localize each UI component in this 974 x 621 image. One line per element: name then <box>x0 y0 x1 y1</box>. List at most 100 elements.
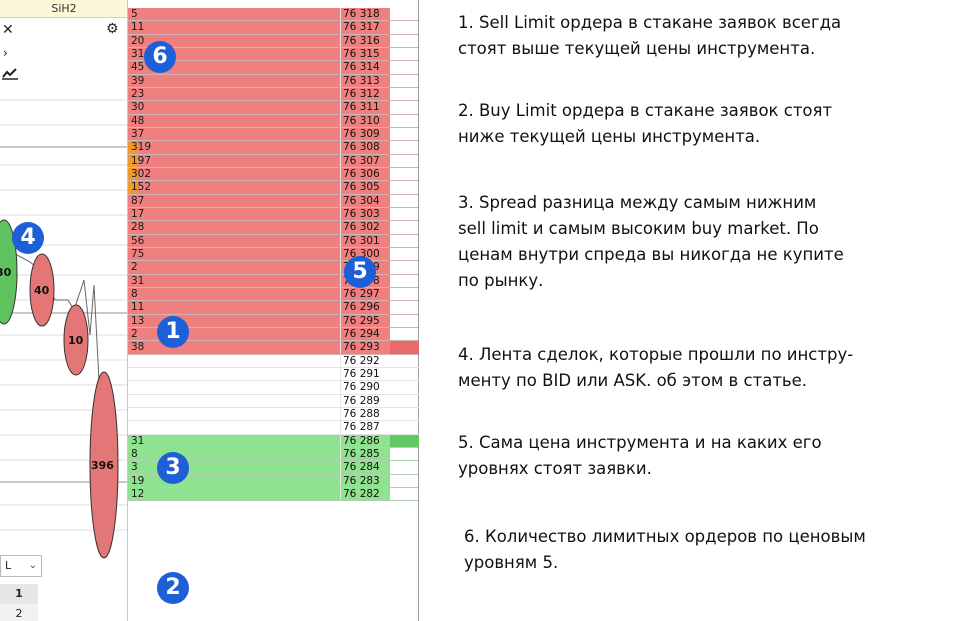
volume-cell[interactable]: 31 <box>128 274 340 287</box>
tape-mode-select[interactable]: L ⌄ <box>0 555 42 577</box>
volume-cell[interactable] <box>128 354 340 367</box>
price-cell[interactable]: 76 304 <box>340 194 390 207</box>
order-book-row[interactable]: 76 290 <box>128 381 419 395</box>
volume-cell[interactable]: 11 <box>128 21 340 34</box>
order-book-row[interactable]: 76 291 <box>128 367 419 382</box>
price-cell[interactable]: 76 295 <box>340 314 390 327</box>
volume-cell[interactable]: 28 <box>128 221 340 234</box>
price-cell[interactable]: 76 297 <box>340 287 390 301</box>
price-cell[interactable]: 76 282 <box>340 487 390 501</box>
volume-cell[interactable]: 319 <box>128 141 340 154</box>
price-cell[interactable]: 76 306 <box>340 167 390 181</box>
note-1: 1. Sell Limit ордера в стакане заявок вс… <box>458 13 842 58</box>
volume-cell[interactable]: 75 <box>128 247 340 261</box>
price-cell[interactable]: 76 305 <box>340 181 390 194</box>
price-cell[interactable]: 76 316 <box>340 34 390 47</box>
price-cell[interactable]: 76 302 <box>340 221 390 234</box>
volume-cell[interactable] <box>128 381 340 394</box>
best-level-marker <box>390 235 419 247</box>
volume-cell[interactable] <box>128 421 340 434</box>
order-book-row[interactable]: 28 76 302 <box>128 221 419 235</box>
order-book-row[interactable]: 76 289 <box>128 394 419 408</box>
order-book-row[interactable]: 302 76 306 <box>128 167 419 182</box>
price-cell[interactable]: 76 311 <box>340 101 390 114</box>
price-cell[interactable]: 76 292 <box>340 354 390 367</box>
order-book-row[interactable]: 3176 298 <box>128 274 419 288</box>
volume-cell[interactable]: 48 <box>128 114 340 127</box>
price-cell[interactable]: 76 313 <box>340 74 390 87</box>
price-cell[interactable]: 76 312 <box>340 87 390 101</box>
volume-cell[interactable]: 152 <box>128 181 340 194</box>
order-book-row[interactable]: 76 287 <box>128 421 419 435</box>
order-book-row[interactable]: 197 76 307 <box>128 154 419 168</box>
volume-cell[interactable]: 30 <box>128 101 340 114</box>
order-book-row[interactable]: 8 76 297 <box>128 287 419 302</box>
price-cell[interactable]: 76 301 <box>340 234 390 247</box>
order-book-row[interactable]: 11 76 296 <box>128 301 419 315</box>
price-cell[interactable]: 76 290 <box>340 381 390 394</box>
price-cell[interactable]: 76 288 <box>340 407 390 421</box>
price-cell[interactable]: 76 285 <box>340 447 390 461</box>
price-cell[interactable]: 76 296 <box>340 301 390 314</box>
volume-cell[interactable]: 23 <box>128 87 340 101</box>
order-book-row[interactable]: 319 76 308 <box>128 141 419 155</box>
trade-bubble-sell[interactable]: 10 <box>63 304 89 376</box>
order-book-row[interactable]: 56 76 301 <box>128 234 419 248</box>
volume-cell[interactable]: 17 <box>128 207 340 221</box>
volume-cell[interactable]: 87 <box>128 194 340 207</box>
order-book-row[interactable]: 31 76 286 <box>128 434 419 448</box>
volume-cell[interactable]: 56 <box>128 234 340 247</box>
order-book-row[interactable]: 5 76 318 <box>128 8 419 22</box>
volume-cell[interactable] <box>128 367 340 381</box>
order-book-row[interactable]: 39 76 313 <box>128 74 419 88</box>
price-cell[interactable]: 76 283 <box>340 474 390 487</box>
tape-page-2[interactable]: 2 <box>0 604 38 621</box>
trade-bubble-sell[interactable]: 396 <box>89 371 119 559</box>
price-cell[interactable]: 76 307 <box>340 154 390 167</box>
price-cell[interactable]: 76 317 <box>340 21 390 34</box>
order-book-row[interactable]: 75 76 300 <box>128 247 419 262</box>
price-cell[interactable]: 76 309 <box>340 127 390 141</box>
order-book-row[interactable]: 12 76 282 <box>128 487 419 502</box>
price-cell[interactable]: 76 284 <box>340 461 390 474</box>
volume-cell[interactable]: 31 <box>128 434 340 447</box>
order-book-row[interactable]: 17 76 303 <box>128 207 419 222</box>
order-book-row[interactable]: 152 76 305 <box>128 181 419 195</box>
volume-cell[interactable]: 2 <box>128 261 340 274</box>
order-book-row[interactable]: 48 76 310 <box>128 114 419 128</box>
trade-bubble-sell[interactable]: 40 <box>29 253 55 327</box>
volume-cell[interactable]: 5 <box>128 8 340 21</box>
volume-cell[interactable]: 302 <box>128 167 340 181</box>
order-book-row[interactable]: 30 76 311 <box>128 101 419 115</box>
volume-cell[interactable]: 12 <box>128 487 340 501</box>
price-cell[interactable]: 76 294 <box>340 327 390 341</box>
order-book-row[interactable]: 23 76 312 <box>128 87 419 102</box>
price-cell[interactable]: 76 286 <box>340 434 390 447</box>
volume-cell[interactable] <box>128 394 340 407</box>
volume-value: 3 <box>131 461 138 474</box>
order-book-row[interactable]: 11 76 317 <box>128 21 419 35</box>
volume-cell[interactable]: 38 <box>128 341 340 354</box>
price-cell[interactable]: 76 293 <box>340 341 390 354</box>
price-cell[interactable]: 76 287 <box>340 421 390 434</box>
volume-cell[interactable] <box>128 407 340 421</box>
order-book-row[interactable]: 76 288 <box>128 407 419 422</box>
price-cell[interactable]: 76 318 <box>340 8 390 21</box>
volume-cell[interactable]: 197 <box>128 154 340 167</box>
order-book-row[interactable]: 37 76 309 <box>128 127 419 142</box>
price-cell[interactable]: 76 303 <box>340 207 390 221</box>
price-cell[interactable]: 76 308 <box>340 141 390 154</box>
price-cell[interactable]: 76 310 <box>340 114 390 127</box>
volume-cell[interactable]: 39 <box>128 74 340 87</box>
best-level-marker <box>390 381 419 393</box>
volume-cell[interactable]: 11 <box>128 301 340 314</box>
volume-cell[interactable]: 37 <box>128 127 340 141</box>
price-cell[interactable]: 76 314 <box>340 61 390 74</box>
order-book-row[interactable]: 87 76 304 <box>128 194 419 208</box>
price-cell[interactable]: 76 315 <box>340 47 390 61</box>
tape-page-1[interactable]: 1 <box>0 584 38 604</box>
volume-cell[interactable]: 8 <box>128 287 340 301</box>
price-cell[interactable]: 76 291 <box>340 367 390 381</box>
price-cell[interactable]: 76 289 <box>340 394 390 407</box>
order-book-row[interactable]: 76 292 <box>128 354 419 368</box>
